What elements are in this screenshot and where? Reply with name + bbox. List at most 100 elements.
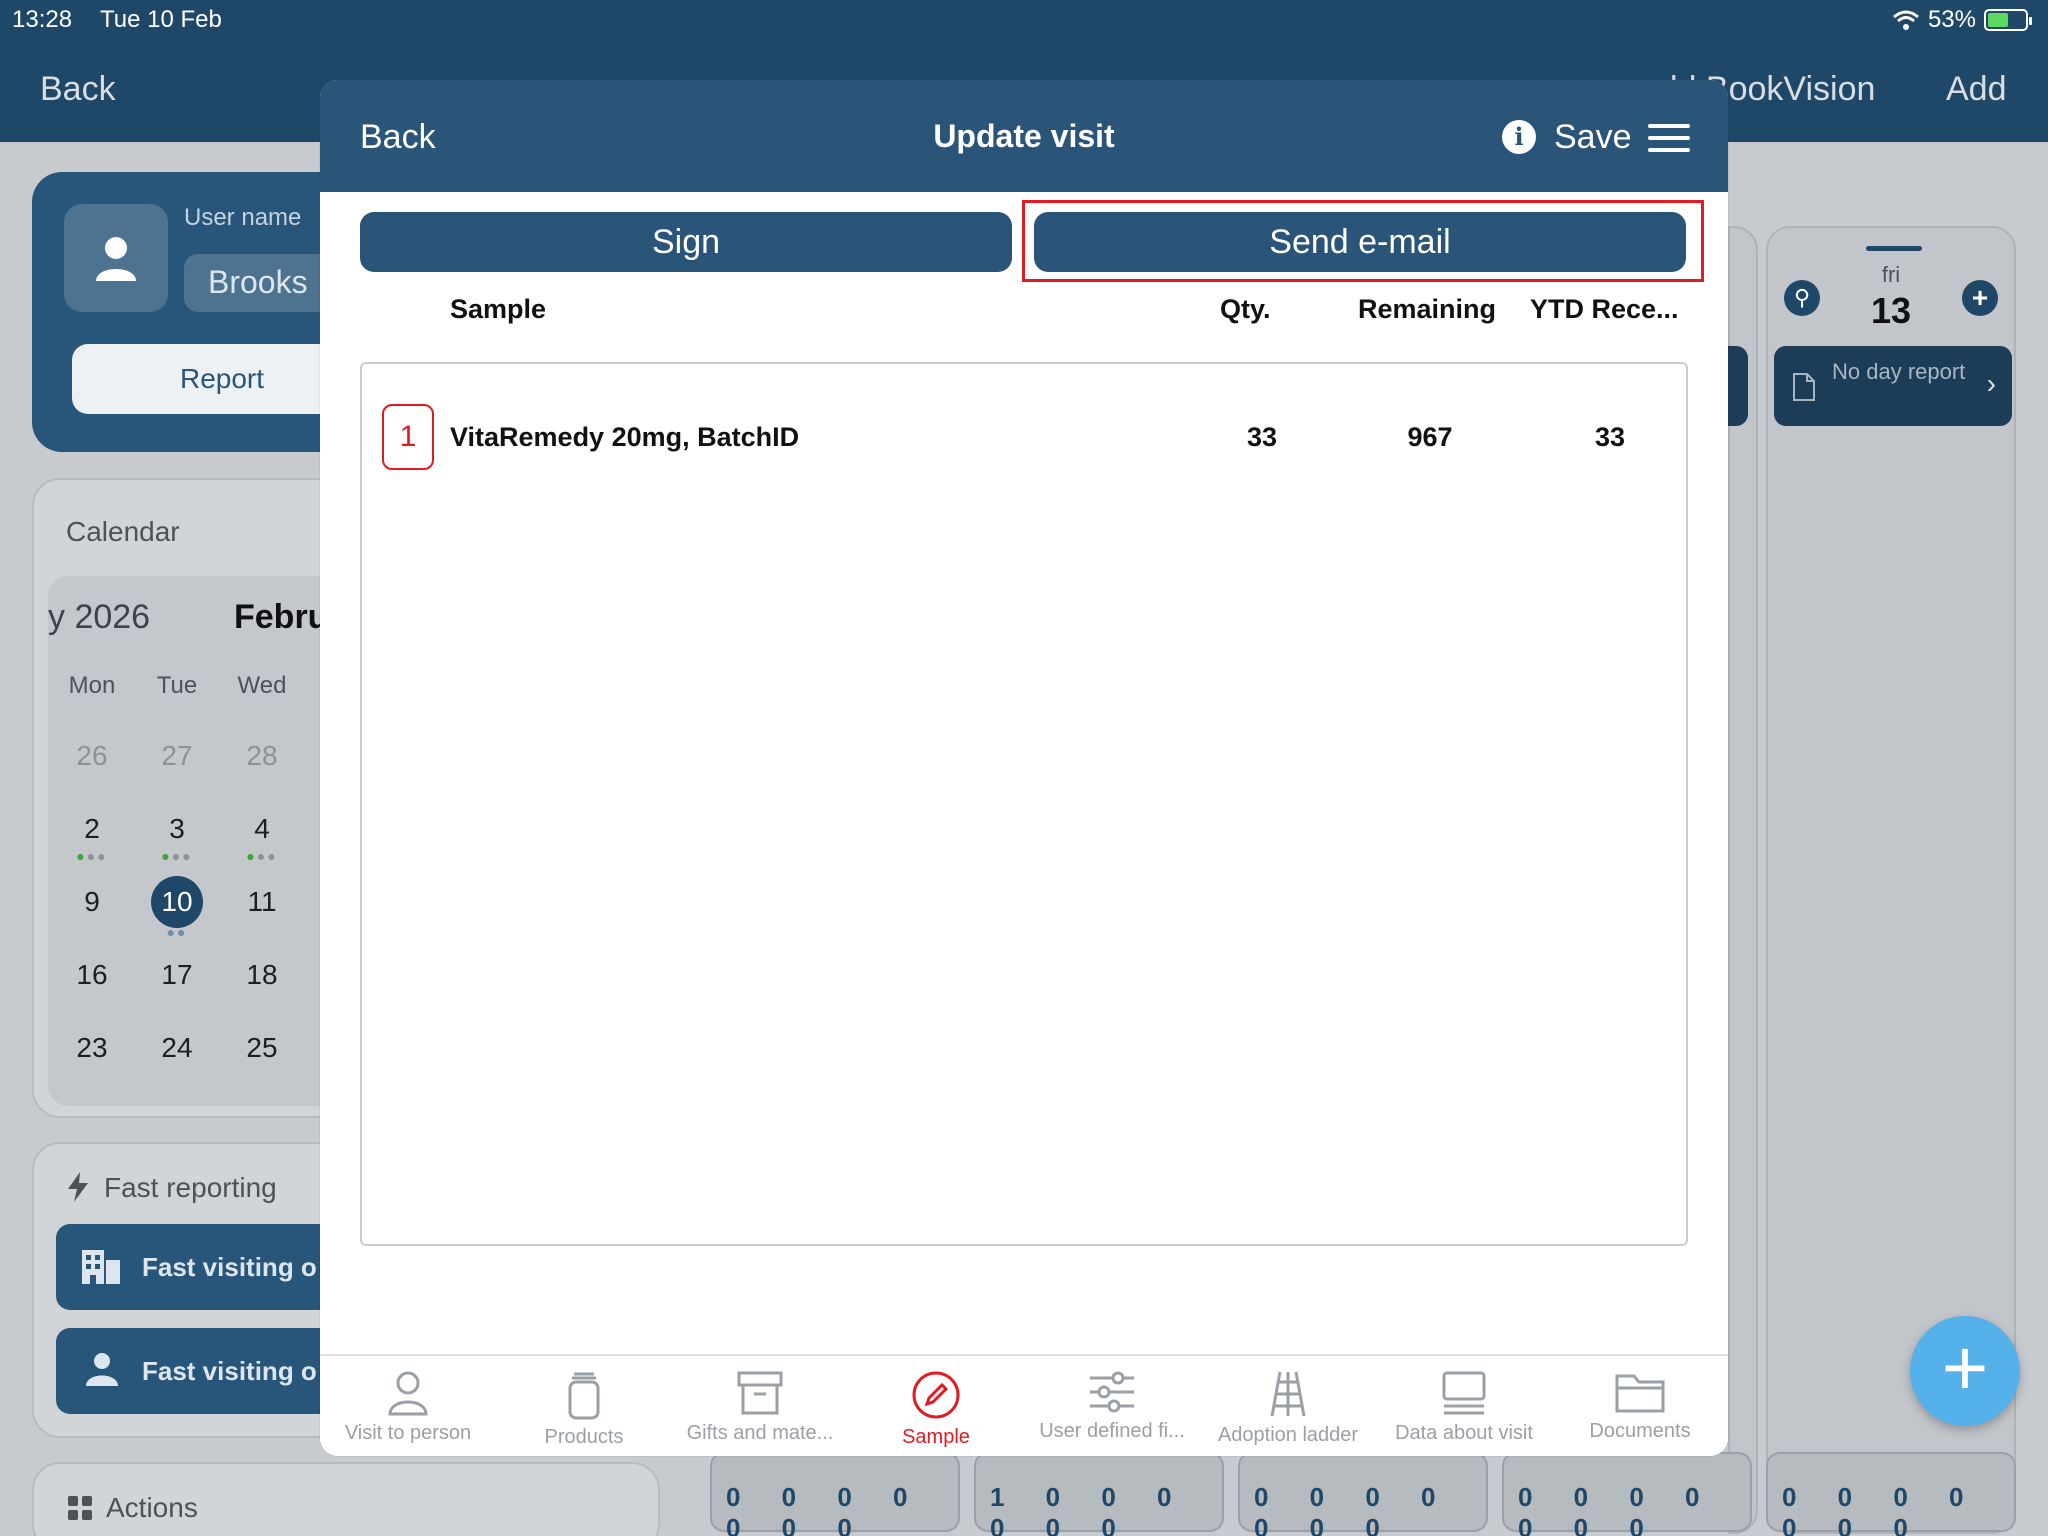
modal-header: Back Update visit i Save [320, 80, 1728, 192]
sliders-icon [1090, 1371, 1134, 1413]
calendar-day: 25 [246, 1032, 278, 1063]
actions-card: Actions [32, 1462, 660, 1536]
document-icon [1793, 373, 1815, 401]
calendar-day: 17 [161, 959, 193, 990]
send-email-highlight-box [1022, 200, 1704, 282]
battery-percent: 53% [1927, 6, 1976, 33]
tab-label: Data about visit [1395, 1422, 1533, 1444]
no-day-report-label: No day report [1832, 359, 1966, 384]
row-index-badge: 1 [382, 404, 434, 470]
visit-dots: ●●● [161, 848, 193, 864]
tab-label: Sample [902, 1426, 970, 1448]
day-stats-strip: 0 0 0 0 0 0 0 [1238, 1452, 1488, 1536]
modal-tab-bar: Visit to person Products Gifts and mate.… [320, 1354, 1728, 1456]
visit-dots: ●●● [246, 848, 278, 864]
chevron-right-icon: › [1986, 368, 1996, 399]
user-name-label: User name [184, 204, 302, 231]
calendar-title: Calendar [66, 516, 180, 547]
tab-label: User defined fi... [1039, 1420, 1185, 1442]
qty-cell: 33 [1246, 422, 1278, 452]
sign-button[interactable]: Sign [360, 212, 1012, 272]
calendar-day: 23 [76, 1032, 108, 1063]
calendar-day: 16 [76, 959, 108, 990]
hamburger-menu-icon[interactable] [1648, 124, 1690, 152]
sample-pen-icon [912, 1371, 960, 1419]
ytd-received-cell: 33 [1594, 422, 1626, 452]
status-indicators: 53% [1892, 6, 2032, 34]
archive-box-icon [737, 1371, 783, 1415]
visit-dots: ●●● [76, 848, 108, 864]
lightning-icon [68, 1172, 88, 1202]
calendar-day: 27 [161, 740, 193, 771]
day-column-edge-button [1728, 346, 1748, 426]
info-icon[interactable]: i [1502, 120, 1536, 154]
building-icon [82, 1250, 120, 1284]
battery-icon [1984, 9, 2032, 31]
calendar-month-label: Febru [234, 598, 329, 636]
tab-documents[interactable]: Documents [1552, 1356, 1728, 1456]
day-stats-strip: 1 0 0 0 0 0 0 [974, 1452, 1224, 1536]
tab-label: Products [544, 1426, 624, 1448]
tab-data-about-visit[interactable]: Data about visit [1376, 1356, 1552, 1456]
calendar-day: 26 [76, 740, 108, 771]
calendar-day: 2 [84, 813, 100, 844]
tab-products[interactable]: Products [496, 1356, 672, 1456]
background-add-button: Add [1946, 70, 2007, 108]
day-stats-strip: 0 0 0 0 0 0 0 [710, 1452, 960, 1536]
status-bar: 13:28 Tue 10 Feb 53% [0, 0, 2048, 40]
calendar-day-today: 10 [137, 876, 217, 928]
calendar-day: 18 [246, 959, 278, 990]
day-stats-strip: 0 0 0 0 0 0 0 [1502, 1452, 1752, 1536]
calendar-day: 24 [161, 1032, 193, 1063]
add-fab-button[interactable]: + [1910, 1316, 2020, 1426]
calendar-day: 9 [84, 886, 100, 917]
tab-sample[interactable]: Sample [848, 1356, 1024, 1456]
update-visit-modal: Back Update visit i Save Sign Send e-mai… [320, 80, 1728, 1456]
tab-adoption-ladder[interactable]: Adoption ladder [1200, 1356, 1376, 1456]
calendar-day: 3 [169, 813, 185, 844]
person-icon [86, 1353, 118, 1386]
column-header-qty: Qty. [1220, 294, 1271, 324]
fast-reporting-title: Fast reporting [104, 1172, 277, 1203]
user-avatar-icon [96, 237, 136, 281]
ladder-icon [1270, 1371, 1306, 1417]
column-header-sample: Sample [450, 294, 547, 324]
day-stats-strip: 0 0 0 0 0 0 0 [1766, 1452, 2016, 1536]
calendar-dow: Mon [68, 672, 116, 699]
sample-table: 1 VitaRemedy 20mg, BatchID 33 967 33 [360, 362, 1688, 1246]
folder-icon [1615, 1374, 1665, 1413]
tab-label: Adoption ladder [1217, 1424, 1359, 1446]
sample-name-cell: VitaRemedy 20mg, BatchID [450, 422, 800, 452]
calendar-prev-month-label: y 2026 [48, 598, 151, 636]
calendar-dow: Wed [237, 672, 287, 699]
no-day-report-button: No day report › [1774, 346, 2012, 426]
grid-icon [68, 1496, 92, 1520]
status-time: 13:28 [12, 6, 73, 33]
monitor-icon [1442, 1371, 1486, 1415]
tab-visit-to-person[interactable]: Visit to person [320, 1356, 496, 1456]
visit-dots: ●● [166, 924, 188, 940]
jar-icon [568, 1372, 600, 1420]
fast-visiting-org-label: Fast visiting o [142, 1252, 317, 1282]
background-back-button: Back [40, 70, 116, 108]
day-indicator-bar [1866, 246, 1922, 251]
remaining-cell: 967 [1407, 422, 1453, 452]
tab-label: Gifts and mate... [686, 1422, 834, 1444]
status-date: Tue 10 Feb [100, 6, 222, 33]
tab-user-defined-fields[interactable]: User defined fi... [1024, 1356, 1200, 1456]
wifi-icon [1892, 10, 1919, 30]
avatar [64, 204, 168, 312]
tab-gifts-and-materials[interactable]: Gifts and mate... [672, 1356, 848, 1456]
calendar-dow: Tue [156, 672, 198, 699]
actions-title: Actions [106, 1492, 198, 1523]
calendar-day: 4 [254, 813, 270, 844]
column-header-remaining: Remaining [1358, 294, 1497, 324]
calendar-day: 11 [247, 886, 277, 917]
calendar-day: 28 [246, 740, 278, 771]
tab-label: Documents [1589, 1420, 1691, 1442]
person-icon [388, 1371, 428, 1416]
tab-label: Visit to person [344, 1422, 472, 1444]
add-visit-icon: + [1962, 280, 1998, 316]
save-button[interactable]: Save [1554, 118, 1632, 157]
fast-visiting-person-label: Fast visiting o [142, 1356, 317, 1386]
